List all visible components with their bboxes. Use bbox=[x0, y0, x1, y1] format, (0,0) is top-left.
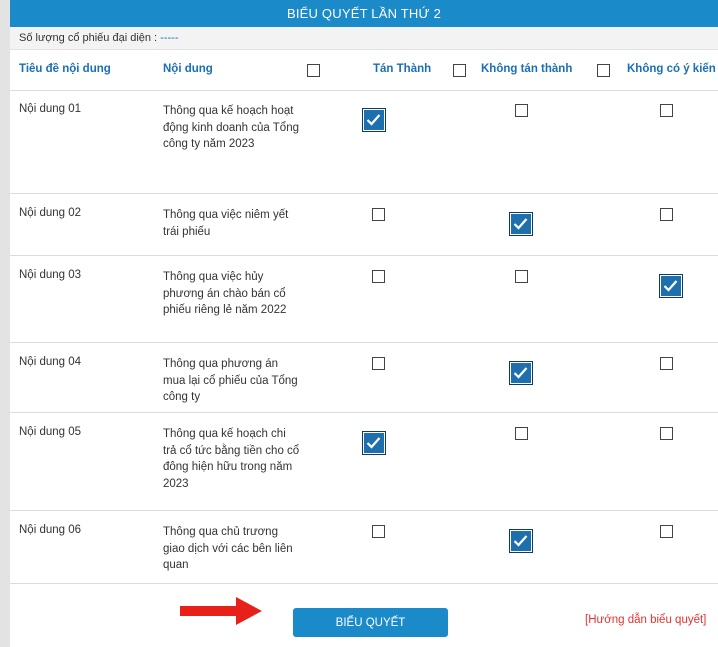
no-opinion-checkbox[interactable] bbox=[660, 208, 673, 221]
disapprove-checkbox[interactable] bbox=[515, 270, 528, 283]
header-disapprove: Không tán thành bbox=[481, 63, 573, 75]
approve-checkbox[interactable] bbox=[372, 208, 385, 221]
table-row: Nội dung 02 Thông qua việc niêm yết trái … bbox=[10, 193, 718, 256]
approve-checkbox[interactable] bbox=[372, 270, 385, 283]
row-content: Thông qua phương án mua lại cổ phiếu của… bbox=[163, 358, 298, 403]
vote-button[interactable]: BIỂU QUYẾT bbox=[293, 608, 448, 637]
no-opinion-checkbox[interactable] bbox=[660, 525, 673, 538]
footer: BIỂU QUYẾT [Hướng dẫn biểu quyết] bbox=[10, 583, 718, 647]
approve-checkbox[interactable] bbox=[372, 357, 385, 370]
disapprove-checkbox[interactable] bbox=[515, 427, 528, 440]
vote-panel: BIỂU QUYẾT LẦN THỨ 2 Số lượng cổ phiếu đ… bbox=[10, 0, 718, 647]
table-header: Tiêu đề nội dung Nội dung Tán Thành Khôn… bbox=[10, 50, 718, 91]
row-content: Thông qua kế hoạch chi trả cổ tức bằng t… bbox=[163, 428, 300, 490]
table-row: Nội dung 03 Thông qua việc hủy phương án … bbox=[10, 255, 718, 343]
shares-info: Số lượng cổ phiếu đại diện : ----- bbox=[10, 27, 718, 50]
row-title: Nội dung 04 bbox=[19, 356, 82, 368]
form-title: BIỂU QUYẾT LẦN THỨ 2 bbox=[10, 0, 718, 27]
disapprove-checkbox[interactable] bbox=[515, 104, 528, 117]
row-title: Nội dung 05 bbox=[19, 426, 82, 438]
voting-guide-link[interactable]: [Hướng dẫn biểu quyết] bbox=[585, 614, 706, 626]
header-item-title: Tiêu đề nội dung bbox=[19, 63, 111, 75]
approve-checkbox[interactable] bbox=[362, 108, 386, 132]
row-title: Nội dung 06 bbox=[19, 524, 82, 536]
header-content: Nội dung bbox=[163, 63, 213, 75]
select-all-checkbox[interactable] bbox=[307, 64, 320, 77]
row-content: Thông qua chủ trương giao dịch với các b… bbox=[163, 526, 293, 571]
row-content: Thông qua việc niêm yết trái phiếu bbox=[163, 209, 289, 238]
shares-value: ----- bbox=[160, 32, 179, 44]
disapprove-all-checkbox[interactable] bbox=[597, 64, 610, 77]
header-no-opinion: Không có ý kiến bbox=[627, 63, 716, 75]
table-row: Nội dung 01 Thông qua kế hoạch hoạt động … bbox=[10, 89, 718, 194]
no-opinion-checkbox[interactable] bbox=[660, 357, 673, 370]
disapprove-checkbox[interactable] bbox=[509, 529, 533, 553]
disapprove-checkbox[interactable] bbox=[509, 361, 533, 385]
approve-all-checkbox[interactable] bbox=[453, 64, 466, 77]
left-border bbox=[0, 0, 10, 647]
arrow-right-icon bbox=[180, 597, 262, 625]
table-row: Nội dung 06 Thông qua chủ trương giao dịc… bbox=[10, 510, 718, 584]
no-opinion-checkbox[interactable] bbox=[660, 427, 673, 440]
disapprove-checkbox[interactable] bbox=[509, 212, 533, 236]
header-approve: Tán Thành bbox=[373, 63, 432, 75]
row-title: Nội dung 03 bbox=[19, 269, 82, 281]
row-content: Thông qua việc hủy phương án chào bán cổ… bbox=[163, 271, 287, 316]
approve-checkbox[interactable] bbox=[362, 431, 386, 455]
table-row: Nội dung 04 Thông qua phương án mua lại c… bbox=[10, 342, 718, 413]
table-row: Nội dung 05 Thông qua kế hoạch chi trả cổ… bbox=[10, 412, 718, 511]
approve-checkbox[interactable] bbox=[372, 525, 385, 538]
row-title: Nội dung 02 bbox=[19, 207, 82, 219]
no-opinion-checkbox[interactable] bbox=[660, 104, 673, 117]
row-title: Nội dung 01 bbox=[19, 103, 82, 115]
no-opinion-checkbox[interactable] bbox=[659, 274, 683, 298]
shares-label: Số lượng cổ phiếu đại diện : bbox=[19, 32, 161, 44]
row-content: Thông qua kế hoạch hoạt động kinh doanh … bbox=[163, 105, 299, 150]
